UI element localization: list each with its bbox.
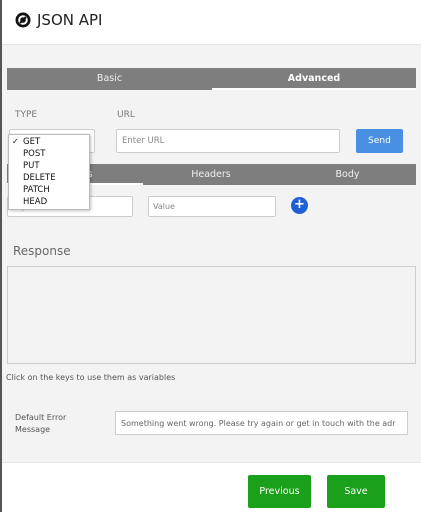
json-api-logo-icon xyxy=(15,12,31,28)
save-button[interactable]: Save xyxy=(327,475,385,508)
default-error-label: Default Error Message xyxy=(15,413,67,434)
plus-icon: + xyxy=(294,197,305,212)
app-header: JSON API xyxy=(2,0,421,45)
method-option-get[interactable]: ✓ GET xyxy=(9,136,89,148)
method-option-label: HEAD xyxy=(23,197,48,207)
add-param-button[interactable]: + xyxy=(291,197,308,214)
checkmark-icon: ✓ xyxy=(12,137,19,146)
url-input[interactable] xyxy=(116,129,340,153)
response-box[interactable] xyxy=(7,266,416,364)
page-title: JSON API xyxy=(37,11,103,29)
previous-button[interactable]: Previous xyxy=(248,475,311,508)
method-dropdown: ✓ GET POST PUT DELETE PATCH HEAD xyxy=(8,134,90,210)
tab-basic[interactable]: Basic xyxy=(7,68,212,90)
tab-headers[interactable]: Headers xyxy=(143,164,279,185)
method-option-put[interactable]: PUT xyxy=(9,160,89,172)
method-option-label: PATCH xyxy=(23,185,50,195)
mode-tabs: Basic Advanced xyxy=(7,68,416,90)
method-option-label: PUT xyxy=(23,161,40,171)
method-option-delete[interactable]: DELETE xyxy=(9,172,89,184)
param-value-input[interactable] xyxy=(148,196,276,217)
method-option-patch[interactable]: PATCH xyxy=(9,184,89,196)
method-option-label: GET xyxy=(23,137,41,147)
method-option-post[interactable]: POST xyxy=(9,148,89,160)
tab-advanced[interactable]: Advanced xyxy=(212,68,416,90)
method-option-head[interactable]: HEAD xyxy=(9,196,89,208)
method-option-label: DELETE xyxy=(23,173,56,183)
active-tab-indicator xyxy=(212,88,416,90)
tab-body[interactable]: Body xyxy=(279,164,416,185)
response-label: Response xyxy=(13,244,71,258)
default-error-input[interactable] xyxy=(115,411,408,435)
method-option-label: POST xyxy=(23,149,46,159)
send-button[interactable]: Send xyxy=(356,129,403,153)
url-label: URL xyxy=(117,110,135,120)
variables-hint: Click on the keys to use them as variabl… xyxy=(6,373,176,382)
type-label: TYPE xyxy=(15,110,38,120)
window-left-edge xyxy=(0,0,2,512)
